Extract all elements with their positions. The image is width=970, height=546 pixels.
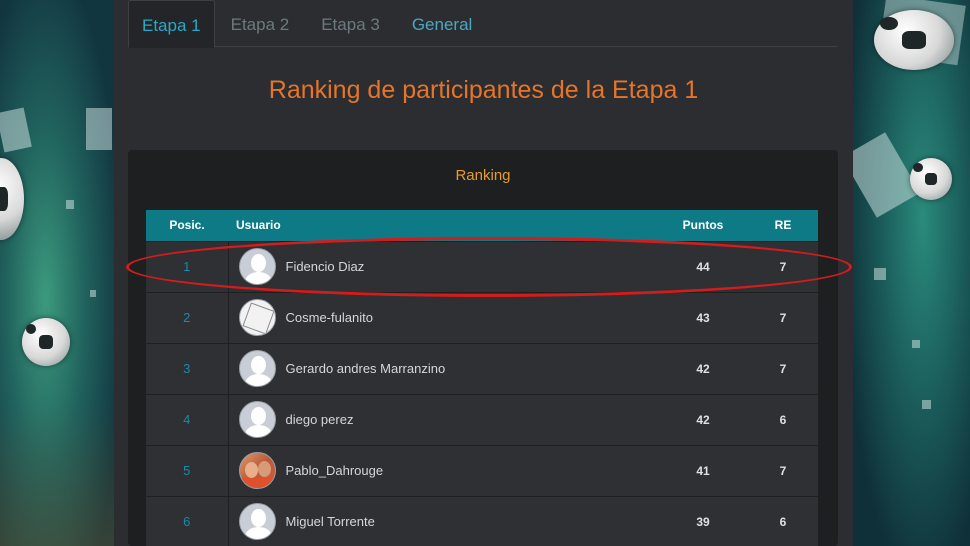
table-row[interactable]: 1 Fidencio Diaz 44 7 <box>146 240 818 292</box>
row-user-cell: diego perez <box>228 393 658 445</box>
soccer-ball-icon <box>874 10 954 70</box>
stage-tabs: Etapa 1 Etapa 2 Etapa 3 General <box>128 0 838 48</box>
soccer-ball-icon <box>22 318 70 366</box>
soccer-ball-icon <box>910 158 952 200</box>
row-position: 3 <box>146 342 229 394</box>
row-user-cell: Cosme-fulanito <box>228 291 658 343</box>
row-points: 44 <box>658 240 748 292</box>
row-re: 6 <box>748 495 818 546</box>
row-user-name[interactable]: Fidencio Diaz <box>286 259 365 274</box>
tab-general[interactable]: General <box>396 0 488 47</box>
column-header-position: Posic. <box>146 210 228 241</box>
default-avatar-icon[interactable] <box>238 350 276 387</box>
row-re: 7 <box>748 291 818 343</box>
soccer-ball-icon <box>0 158 24 240</box>
row-user-cell: Gerardo andres Marranzino <box>228 342 658 394</box>
row-position: 6 <box>146 495 229 546</box>
page-title: Ranking de participantes de la Etapa 1 <box>268 76 699 104</box>
row-position: 2 <box>146 291 229 343</box>
row-user-name[interactable]: Cosme-fulanito <box>286 310 373 325</box>
background-right <box>841 0 970 546</box>
row-points: 43 <box>658 291 748 343</box>
row-user-cell: Fidencio Diaz <box>228 240 658 292</box>
table-row[interactable]: 6 Miguel Torrente 39 6 <box>146 495 818 546</box>
table-row[interactable]: 2 Cosme-fulanito 43 7 <box>146 291 818 343</box>
row-points: 42 <box>658 393 748 445</box>
row-user-name[interactable]: diego perez <box>286 412 354 427</box>
ranking-table: Posic. Usuario Puntos RE 1 Fidencio Diaz… <box>146 210 818 546</box>
tab-etapa-3[interactable]: Etapa 3 <box>305 0 396 47</box>
main-panel: Etapa 1 Etapa 2 Etapa 3 General Ranking … <box>114 0 853 546</box>
ranking-box: Ranking Posic. Usuario Puntos RE 1 Fiden… <box>128 150 838 546</box>
row-position: 1 <box>146 240 229 292</box>
column-header-points: Puntos <box>658 210 748 241</box>
row-user-name[interactable]: Gerardo andres Marranzino <box>286 361 446 376</box>
row-re: 7 <box>748 444 818 496</box>
default-avatar-icon[interactable] <box>238 248 276 285</box>
row-points: 42 <box>658 342 748 394</box>
table-header-row: Posic. Usuario Puntos RE <box>146 210 818 241</box>
table-row[interactable]: 4 diego perez 42 6 <box>146 393 818 445</box>
table-row[interactable]: 3 Gerardo andres Marranzino 42 7 <box>146 342 818 394</box>
background-left <box>0 0 114 546</box>
default-avatar-icon[interactable] <box>238 401 276 438</box>
row-position: 5 <box>146 444 229 496</box>
tab-etapa-1[interactable]: Etapa 1 <box>128 0 215 48</box>
row-re: 7 <box>748 240 818 292</box>
column-header-re: RE <box>748 210 818 241</box>
default-avatar-icon[interactable] <box>238 503 276 541</box>
row-user-name[interactable]: Pablo_Dahrouge <box>286 463 384 478</box>
row-user-name[interactable]: Miguel Torrente <box>286 514 375 529</box>
row-user-cell: Miguel Torrente <box>228 495 658 546</box>
table-row[interactable]: 5 Pablo_Dahrouge 41 7 <box>146 444 818 496</box>
ranking-title: Ranking <box>455 167 511 184</box>
photo-avatar-icon[interactable] <box>238 452 276 489</box>
column-header-user: Usuario <box>228 210 658 241</box>
row-re: 6 <box>748 393 818 445</box>
row-re: 7 <box>748 342 818 394</box>
row-points: 41 <box>658 444 748 496</box>
tab-etapa-2[interactable]: Etapa 2 <box>215 0 306 47</box>
sketch-avatar-icon[interactable] <box>238 299 276 336</box>
row-points: 39 <box>658 495 748 546</box>
row-position: 4 <box>146 393 229 445</box>
row-user-cell: Pablo_Dahrouge <box>228 444 658 496</box>
